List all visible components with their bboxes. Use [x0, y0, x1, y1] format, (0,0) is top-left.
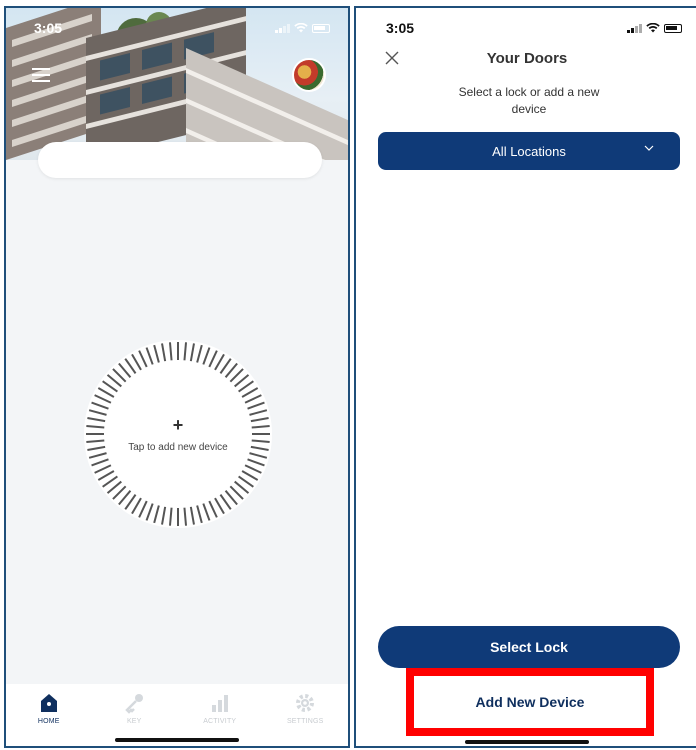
plus-icon: +: [172, 414, 184, 435]
dial-label: Tap to add new device: [128, 441, 228, 453]
wifi-icon: [294, 23, 308, 33]
tab-key-label: KEY: [126, 718, 142, 725]
your-doors-screen: 3:05 Your Doors Select a lock or add a n…: [354, 6, 696, 748]
status-time: 3:05: [34, 20, 63, 36]
signal-icon: [275, 24, 290, 33]
page-title: Your Doors: [486, 50, 568, 67]
signal-icon: [627, 24, 642, 33]
activity-icon: [211, 695, 228, 712]
close-icon[interactable]: [384, 50, 400, 66]
search-bar[interactable]: [38, 142, 322, 178]
tab-home[interactable]: HOME: [14, 692, 84, 746]
tab-settings[interactable]: SETTINGS: [270, 692, 340, 746]
menu-icon[interactable]: [32, 68, 50, 86]
status-time: 3:05: [386, 20, 415, 36]
tab-settings-label: SETTINGS: [286, 718, 324, 725]
tab-home-label: HOME: [37, 718, 60, 725]
battery-icon: [312, 24, 330, 33]
select-lock-button[interactable]: Select Lock: [378, 626, 680, 668]
status-icons: [627, 23, 682, 33]
chevron-down-icon: [644, 145, 654, 151]
home-screen: 3:05 + Tap to add new device HOME KEY AC…: [4, 6, 350, 748]
home-icon: [40, 694, 57, 712]
page-subtitle: Select a lock or add a new device: [458, 85, 600, 116]
tab-activity-label: ACTIVITY: [203, 718, 237, 725]
avatar[interactable]: [292, 58, 326, 92]
location-select[interactable]: All Locations: [378, 132, 680, 170]
location-select-value: All Locations: [492, 143, 566, 159]
home-indicator: [115, 738, 239, 742]
add-new-device-label: Add New Device: [475, 694, 585, 710]
home-indicator: [465, 740, 589, 744]
status-icons: [275, 23, 330, 33]
key-icon: [125, 694, 144, 714]
add-new-device-button[interactable]: Add New Device: [406, 668, 654, 736]
wifi-icon: [646, 23, 660, 33]
select-lock-label: Select Lock: [490, 639, 568, 655]
bottom-tab-bar: HOME KEY ACTIVITY SETTINGS: [6, 684, 348, 746]
battery-icon: [664, 24, 682, 33]
add-device-dial[interactable]: + Tap to add new device: [78, 334, 278, 534]
settings-icon: [296, 694, 315, 712]
dial-center[interactable]: + Tap to add new device: [108, 364, 248, 504]
